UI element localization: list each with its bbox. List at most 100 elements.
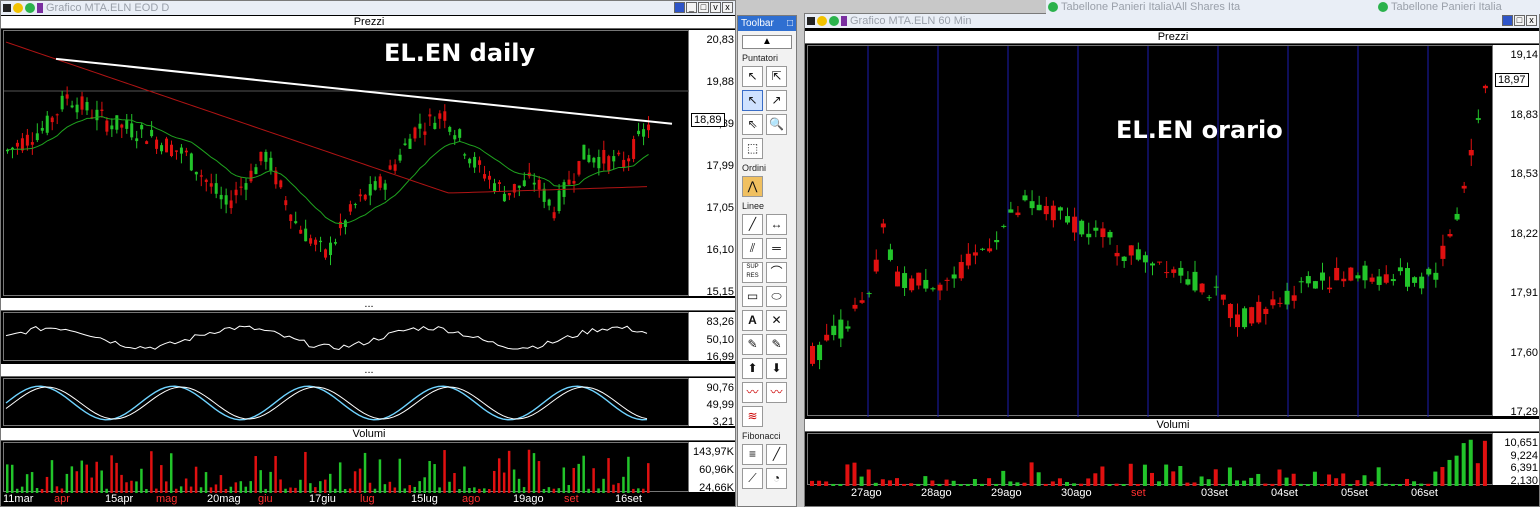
menu-icon[interactable] [3, 4, 11, 12]
candle-body [838, 319, 844, 339]
stoch-pane[interactable] [3, 378, 689, 426]
candle-body [115, 115, 119, 130]
support-resistance-icon[interactable]: SUP RES [742, 262, 763, 283]
candle-body [1291, 295, 1297, 301]
window-blue-icon[interactable] [1502, 15, 1513, 26]
window-blue-icon[interactable] [674, 2, 685, 13]
gann-icon[interactable]: ≋ [742, 406, 763, 427]
candle-body [1433, 272, 1439, 280]
candle-body [602, 149, 606, 164]
wave-icon[interactable]: 〰 [742, 382, 763, 403]
close-button[interactable]: x [722, 2, 733, 13]
volume-axis[interactable]: 143,97K 60,96K 24,66K [689, 442, 735, 494]
info-pointer-icon[interactable]: ⇱ [766, 66, 787, 87]
yellow-dot-icon[interactable] [13, 3, 23, 13]
panieri-window-titlebar[interactable]: Tabellone Panieri Italia\All Shares Ita [1046, 0, 1376, 14]
order-icon[interactable]: ⋀ [742, 176, 763, 197]
volume-bar [1142, 464, 1147, 486]
volume-bar [1320, 483, 1324, 486]
move-pointer-icon[interactable]: ⇖ [742, 114, 763, 135]
hourly-price-axis[interactable]: 19,14 18,83 18,53 18,22 17,91 17,60 17,29 18,97 [1493, 45, 1539, 418]
drawing-toolbar[interactable]: Toolbar □ ▲ Puntatori ↖ ⇱ ↖ ↗ ⇖ 🔍 ⬚ Ordini … [737, 15, 797, 507]
marquee-icon[interactable]: ⬚ [742, 138, 763, 159]
fibonacci-fan-icon[interactable]: ╱ [766, 444, 787, 465]
volume-bar [1270, 483, 1275, 486]
daily-price-chart[interactable] [4, 31, 690, 297]
left-window-titlebar[interactable]: Grafico MTA.ELN EOD D _ □ v x [1, 1, 735, 15]
hourly-volume-pane[interactable] [807, 433, 1493, 486]
pencil-delete-icon[interactable]: ✎ [766, 334, 787, 355]
select-pointer-icon[interactable]: ↖ [742, 90, 763, 111]
chevron-down-icon[interactable]: v [710, 2, 721, 13]
maximize-button[interactable]: □ [1514, 15, 1525, 26]
parallel-lines-icon[interactable]: ═ [766, 238, 787, 259]
green-dot-icon[interactable] [1378, 2, 1388, 12]
yellow-dot-icon[interactable] [817, 16, 827, 26]
volume-bar [418, 481, 421, 493]
axis-tick-label: 19,14 [1510, 49, 1538, 61]
close-button[interactable]: x [1526, 15, 1537, 26]
polyline-icon[interactable]: ⌒ [766, 262, 787, 283]
volume-bar [1362, 475, 1367, 486]
candle-body [817, 344, 823, 361]
candle-body [1475, 118, 1481, 120]
right-window-titlebar[interactable]: Grafico MTA.ELN 60 Min □ x [805, 14, 1539, 28]
panieri2-window-titlebar[interactable]: Tabellone Panieri Italia [1376, 0, 1540, 14]
hourly-price-chart[interactable] [808, 46, 1494, 417]
candle-body [165, 138, 169, 153]
hourly-time-axis[interactable]: 27ago 28ago 29ago 30ago set 03set 04set 05set 06… [805, 487, 1539, 501]
axis-tick-label: 3,21 [712, 416, 734, 428]
candle-body [909, 278, 915, 291]
hourly-price-pane[interactable]: EL.EN orario [807, 45, 1494, 417]
volume-bar [304, 451, 307, 493]
candle-body [592, 157, 596, 163]
toolbar-header[interactable]: Toolbar □ [738, 16, 796, 31]
volume-bar [951, 480, 956, 486]
menu-icon[interactable] [807, 17, 815, 25]
arrow-up-icon[interactable]: ⬆ [742, 358, 763, 379]
scroll-up-button[interactable]: ▲ [742, 35, 792, 49]
eraser-icon[interactable]: ✕ [766, 310, 787, 331]
arrow-down-icon[interactable]: ⬇ [766, 358, 787, 379]
candle-body [1043, 205, 1049, 215]
green-dot-icon[interactable] [25, 3, 35, 13]
candle-body [642, 129, 646, 137]
hourly-volume-axis[interactable]: 10,651 9,224 6,391 2,130 [1493, 433, 1539, 487]
candle-body [1178, 267, 1184, 276]
channel-icon[interactable]: ⫽ [742, 238, 763, 259]
time-axis-label: set [1131, 487, 1146, 499]
segment-icon[interactable]: ↔ [766, 214, 787, 235]
daily-time-axis[interactable]: 11mar apr 15apr mag 20mag giu 17giu lug 15lug ago… [1, 493, 735, 506]
green-dot-icon[interactable] [1048, 2, 1058, 12]
candle-body [453, 135, 457, 140]
rsi-axis[interactable]: 83,26 50,10 16,99 [689, 312, 735, 363]
left-chart-window[interactable]: Grafico MTA.ELN EOD D _ □ v x Prezzi EL.… [0, 0, 736, 507]
text-icon[interactable]: A [742, 310, 763, 331]
pencil-icon[interactable]: ✎ [742, 334, 763, 355]
candle-body [184, 150, 188, 153]
rectangle-icon[interactable]: ▭ [742, 286, 763, 307]
minimize-button[interactable]: _ [686, 2, 697, 13]
price-pane[interactable]: EL.EN daily [3, 30, 690, 297]
volume-bar [463, 466, 466, 493]
rsi-pane[interactable] [3, 312, 689, 361]
candle-body [443, 111, 447, 121]
wave-delete-icon[interactable]: 〰 [766, 382, 787, 403]
trendline-icon[interactable]: ╱ [742, 214, 763, 235]
volume-pane[interactable] [3, 442, 689, 493]
cross-pointer-icon[interactable]: ↗ [766, 90, 787, 111]
zoom-icon[interactable]: 🔍 [766, 114, 787, 135]
right-chart-window[interactable]: Grafico MTA.ELN 60 Min □ x Prezzi EL.EN … [804, 13, 1540, 507]
ellipse-icon[interactable]: ⬭ [766, 286, 787, 307]
stoch-axis[interactable]: 90,76 49,99 3,21 [689, 378, 735, 428]
candle-body [1227, 303, 1233, 319]
maximize-button[interactable]: □ [698, 2, 709, 13]
fibonacci-arc-icon[interactable]: ⟋ [742, 468, 763, 489]
price-axis[interactable]: 20,8319,8818,8917,9917,0516,1015,1518,89 [689, 30, 735, 298]
green-dot-icon[interactable] [829, 16, 839, 26]
fibonacci-levels-icon[interactable]: ≡ [742, 444, 763, 465]
arrow-pointer-icon[interactable]: ↖ [742, 66, 763, 87]
pin-icon[interactable]: □ [787, 16, 793, 31]
fibonacci-time-icon[interactable]: ◔ [766, 468, 787, 489]
volume-bar [527, 449, 531, 493]
